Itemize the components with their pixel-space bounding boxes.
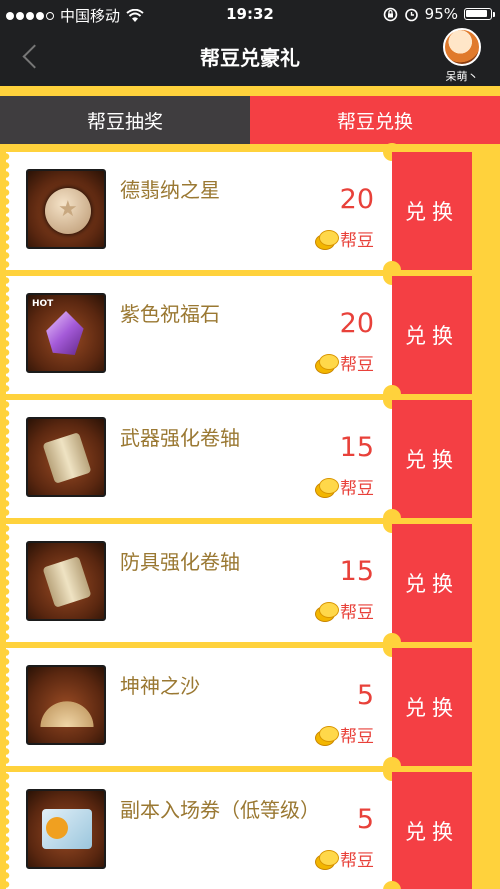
unit-label: 帮豆 xyxy=(340,355,374,375)
item-name: 防具强化卷轴 xyxy=(120,550,240,574)
coin-icon xyxy=(315,849,339,870)
tab-bar: 帮豆抽奖 帮豆兑换 xyxy=(0,96,500,144)
exchange-button[interactable]: 兑换 xyxy=(392,152,472,270)
item-unit: 帮豆 xyxy=(315,474,374,499)
coin-icon xyxy=(315,229,339,250)
item-unit: 帮豆 xyxy=(315,722,374,747)
item-name: 副本入场券（低等级） xyxy=(120,798,320,822)
page-title: 帮豆兑豪礼 xyxy=(200,46,300,70)
item-price: 20 xyxy=(339,308,374,339)
coin-icon xyxy=(315,725,339,746)
battery-icon xyxy=(464,8,495,20)
item-name: 武器强化卷轴 xyxy=(120,426,240,450)
item-unit: 帮豆 xyxy=(315,226,374,251)
tab-lottery[interactable]: 帮豆抽奖 xyxy=(0,96,250,144)
rotation-lock-icon xyxy=(383,7,397,21)
battery-percent: 95% xyxy=(424,5,458,23)
ticket-edge xyxy=(6,648,12,766)
item-name: 坤神之沙 xyxy=(120,674,200,698)
unit-label: 帮豆 xyxy=(340,603,374,623)
scroll-icon xyxy=(26,417,106,497)
list-item: 副本入场券（低等级） 5 帮豆 兑换 xyxy=(6,763,472,889)
ticket-edge xyxy=(6,152,12,270)
avatar[interactable] xyxy=(443,28,481,66)
sand-icon xyxy=(26,665,106,745)
list-item: 坤神之沙 5 帮豆 兑换 xyxy=(6,639,472,775)
list-item: 防具强化卷轴 15 帮豆 兑换 xyxy=(6,515,472,651)
item-price: 15 xyxy=(339,432,374,463)
hot-badge: HOT xyxy=(32,299,54,309)
list-item: HOT 紫色祝福石 20 帮豆 兑换 xyxy=(6,267,472,403)
list-item: ★ 德翡纳之星 20 帮豆 兑换 xyxy=(6,143,472,279)
status-bar: 中国移动 19:32 95% xyxy=(0,0,500,28)
item-name: 德翡纳之星 xyxy=(120,178,220,202)
scroll-icon xyxy=(26,541,106,621)
item-price: 15 xyxy=(339,556,374,587)
exchange-button[interactable]: 兑换 xyxy=(392,400,472,518)
ticket-edge xyxy=(6,524,12,642)
ticket-edge xyxy=(6,772,12,889)
list-item: 武器强化卷轴 15 帮豆 兑换 xyxy=(6,391,472,527)
crystal-icon: HOT xyxy=(26,293,106,373)
item-price: 20 xyxy=(339,184,374,215)
status-right: 95% xyxy=(383,5,495,23)
user-profile[interactable]: 呆萌丶 xyxy=(432,28,492,86)
battery-fill xyxy=(466,10,487,17)
item-unit: 帮豆 xyxy=(315,350,374,375)
ticket-edge xyxy=(6,400,12,518)
coin-icon xyxy=(315,353,339,374)
exchange-button[interactable]: 兑换 xyxy=(392,276,472,394)
nav-bar: 帮豆兑豪礼 呆萌丶 xyxy=(0,28,500,86)
unit-label: 帮豆 xyxy=(340,727,374,747)
coin-icon xyxy=(315,601,339,622)
item-name: 紫色祝福石 xyxy=(120,302,220,326)
medal-icon: ★ xyxy=(26,169,106,249)
exchange-button[interactable]: 兑换 xyxy=(392,524,472,642)
user-name: 呆萌丶 xyxy=(445,70,479,83)
exchange-button[interactable]: 兑换 xyxy=(392,772,472,889)
item-unit: 帮豆 xyxy=(315,846,374,871)
item-price: 5 xyxy=(356,680,374,711)
item-unit: 帮豆 xyxy=(315,598,374,623)
tab-exchange[interactable]: 帮豆兑换 xyxy=(250,96,500,144)
unit-label: 帮豆 xyxy=(340,851,374,871)
ticket-edge xyxy=(6,276,12,394)
coin-icon xyxy=(315,477,339,498)
unit-label: 帮豆 xyxy=(340,479,374,499)
exchange-button[interactable]: 兑换 xyxy=(392,648,472,766)
unit-label: 帮豆 xyxy=(340,231,374,251)
alarm-icon xyxy=(404,8,418,21)
ticket-icon xyxy=(26,789,106,869)
item-price: 5 xyxy=(356,804,374,835)
